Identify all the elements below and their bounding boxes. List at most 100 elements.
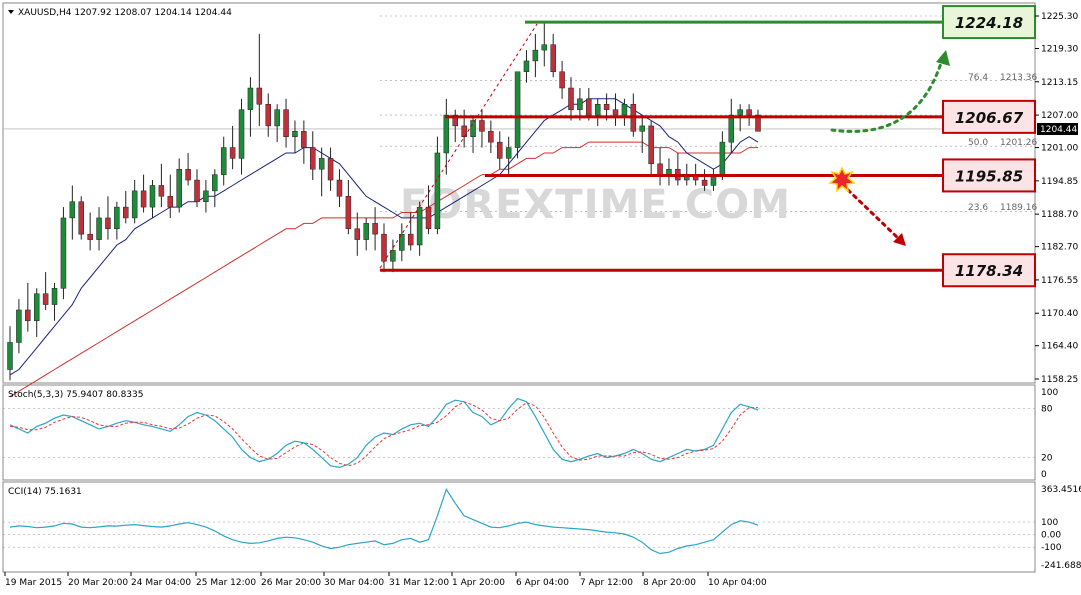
time-tick-label: 7 Apr 12:00 xyxy=(580,578,633,588)
current-price-label: 1204.44 xyxy=(1040,125,1077,135)
candle-body xyxy=(131,190,138,219)
candle-body xyxy=(42,293,49,305)
cci-tick-label: 0.00 xyxy=(1041,531,1061,541)
candle-body xyxy=(176,168,182,208)
candle-body xyxy=(577,98,583,110)
cci-tick-label: 100 xyxy=(1041,518,1058,528)
candle-body xyxy=(256,87,263,105)
fib-label-50-price: 1201.26 xyxy=(1000,138,1037,148)
price-tick-label: 1207.00 xyxy=(1041,111,1078,121)
candle-body xyxy=(416,206,423,246)
time-tick-label: 20 Mar 20:00 xyxy=(68,578,128,588)
price-axis: 1225.30 1219.30 1213.15 1207.00 1201.00 1194.… xyxy=(1035,12,1078,385)
cci-tick-label: -100 xyxy=(1041,543,1062,553)
candle-body xyxy=(550,44,556,73)
candle-body xyxy=(16,309,22,343)
candle-body xyxy=(220,147,227,175)
candle-body xyxy=(603,103,610,110)
stoch-tick-label: 80 xyxy=(1041,404,1053,414)
cci-label: CCI(14) 75.1631 xyxy=(8,487,82,497)
candle-body xyxy=(149,185,156,208)
time-tick-label: 25 Mar 12:00 xyxy=(196,578,256,588)
candle-body xyxy=(532,49,539,62)
time-tick-label: 8 Apr 20:00 xyxy=(643,578,696,588)
time-tick-label: 26 Mar 20:00 xyxy=(261,578,321,588)
price-tick-label: 1201.00 xyxy=(1041,144,1078,154)
candle-body xyxy=(701,179,708,186)
candle-body xyxy=(514,71,521,148)
candle-body xyxy=(568,87,574,110)
candle-body xyxy=(443,114,450,154)
candle-body xyxy=(292,131,298,137)
candle-body xyxy=(737,109,743,116)
stoch-label: Stoch(5,3,3) 75.9407 80.8335 xyxy=(8,390,143,400)
candle-body xyxy=(666,168,672,175)
candle-body xyxy=(78,201,84,235)
candle-body xyxy=(434,152,441,230)
candle-body xyxy=(746,109,752,116)
candle-body xyxy=(345,196,352,230)
time-tick-label: 10 Apr 04:00 xyxy=(708,578,767,588)
candle-body xyxy=(167,196,174,208)
symbol-header: XAUUSD,H4 1207.92 1208.07 1204.14 1204.4… xyxy=(18,8,232,18)
stoch-tick-label: 20 xyxy=(1041,454,1053,464)
candle-body xyxy=(479,120,485,132)
candle-body xyxy=(621,103,628,116)
fib-label-50: 50.0 xyxy=(968,138,988,148)
chart-canvas[interactable]: FOREXTIME.COM 1224.181206.671195.851178.… xyxy=(0,0,1081,591)
candle-body xyxy=(657,163,663,175)
candle-body xyxy=(51,288,58,305)
candle-body xyxy=(140,190,147,208)
price-tick-label: 1219.30 xyxy=(1041,44,1078,54)
candle-body xyxy=(7,342,13,370)
candle-body xyxy=(238,109,245,159)
price-tick-label: 1164.40 xyxy=(1041,342,1078,352)
time-tick-label: 19 Mar 2015 xyxy=(5,578,62,588)
level-value-1195.85: 1195.85 xyxy=(955,167,1023,185)
candle-body xyxy=(87,233,93,240)
candle-body xyxy=(310,147,316,170)
trading-chart-window: FOREXTIME.COM 1224.18 1206.67 1195.85 1178.… xyxy=(0,0,1081,591)
candle-body xyxy=(381,233,387,262)
candle-body xyxy=(639,125,645,132)
candle-body xyxy=(372,223,378,235)
candle-body xyxy=(283,109,289,137)
candle-body xyxy=(105,217,111,230)
candle-body xyxy=(612,109,619,116)
candle-body xyxy=(25,309,31,322)
level-value-1178.34: 1178.34 xyxy=(955,262,1023,280)
candle-body xyxy=(594,103,601,116)
fib-label-23: 23.6 xyxy=(968,203,988,213)
candle-body xyxy=(728,114,735,143)
price-tick-label: 1182.70 xyxy=(1041,243,1078,253)
cci-tick-label: -241.6886 xyxy=(1041,561,1081,571)
stoch-axis: 100 80 20 0 xyxy=(1041,388,1058,480)
time-tick-label: 1 Apr 20:00 xyxy=(452,578,505,588)
candle-body xyxy=(265,103,271,127)
price-tick-label: 1194.85 xyxy=(1041,177,1078,187)
time-axis: 19 Mar 2015 20 Mar 20:00 24 Mar 04:00 25 Ma… xyxy=(4,572,767,588)
candle-body xyxy=(114,206,120,230)
candle-body xyxy=(559,71,565,89)
candle-body xyxy=(96,217,102,240)
candle-body xyxy=(470,120,476,137)
price-tick-label: 1158.25 xyxy=(1041,375,1078,385)
candle-body xyxy=(363,223,369,240)
candle-body xyxy=(648,125,654,165)
candle-body xyxy=(123,206,129,219)
price-tick-label: 1176.55 xyxy=(1041,276,1078,286)
candle-body xyxy=(194,179,200,202)
candle-body xyxy=(505,147,512,159)
candle-body xyxy=(523,60,530,73)
fib-label-23-price: 1189.16 xyxy=(1000,203,1037,213)
price-tick-label: 1225.30 xyxy=(1041,12,1078,22)
time-tick-label: 24 Mar 04:00 xyxy=(131,578,191,588)
candle-body xyxy=(488,131,494,143)
candle-body xyxy=(719,141,726,175)
fib-label-76: 76.4 xyxy=(968,73,988,83)
candle-body xyxy=(185,168,191,181)
candle-body xyxy=(318,158,325,170)
cci-axis: 363.4516 100 0.00 -100 -241.6886 xyxy=(1041,485,1081,571)
candle-body xyxy=(586,98,592,116)
candle-body xyxy=(33,293,40,322)
